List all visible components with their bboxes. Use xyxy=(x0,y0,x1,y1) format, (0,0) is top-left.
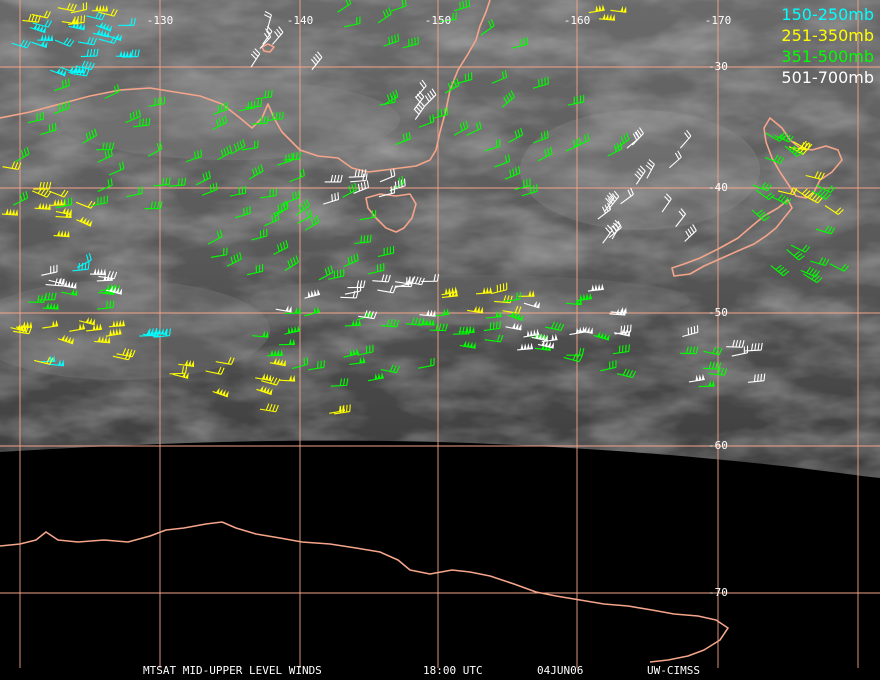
latitude-label: -50 xyxy=(708,306,728,319)
longitude-label: -130 xyxy=(146,14,174,27)
legend-entry-251-350mb: 251-350mb xyxy=(781,26,874,45)
latitude-label: -40 xyxy=(708,181,728,194)
longitude-label: -170 xyxy=(704,14,732,27)
longitude-label: -160 xyxy=(563,14,591,27)
legend-entry-501-700mb: 501-700mb xyxy=(781,68,874,87)
legend-entry-351-500mb: 351-500mb xyxy=(781,47,874,66)
water-vapor-imagery xyxy=(0,0,880,478)
image-caption: MTSAT MID-UPPER LEVEL WINDS 18:00 UTC 04… xyxy=(0,664,880,678)
longitude-label: -150 xyxy=(424,14,452,27)
valid-time: 18:00 UTC xyxy=(423,664,483,677)
longitude-label: -140 xyxy=(286,14,314,27)
image-date: 04JUN06 xyxy=(537,664,584,677)
coastline xyxy=(0,521,729,663)
latitude-label: -70 xyxy=(708,586,728,599)
satellite-wind-map: -130 -140 -150 -160 -170 -30 -40 -50 -60… xyxy=(0,0,880,680)
pressure-level-legend: 150-250mb 251-350mb 351-500mb 501-700mb xyxy=(781,4,874,88)
legend-entry-150-250mb: 150-250mb xyxy=(781,5,874,24)
map-canvas xyxy=(0,0,880,668)
latitude-label: -30 xyxy=(708,60,728,73)
latitude-label: -60 xyxy=(708,439,728,452)
data-source: UW-CIMSS xyxy=(647,664,700,677)
product-name: MTSAT MID-UPPER LEVEL WINDS xyxy=(143,664,322,677)
